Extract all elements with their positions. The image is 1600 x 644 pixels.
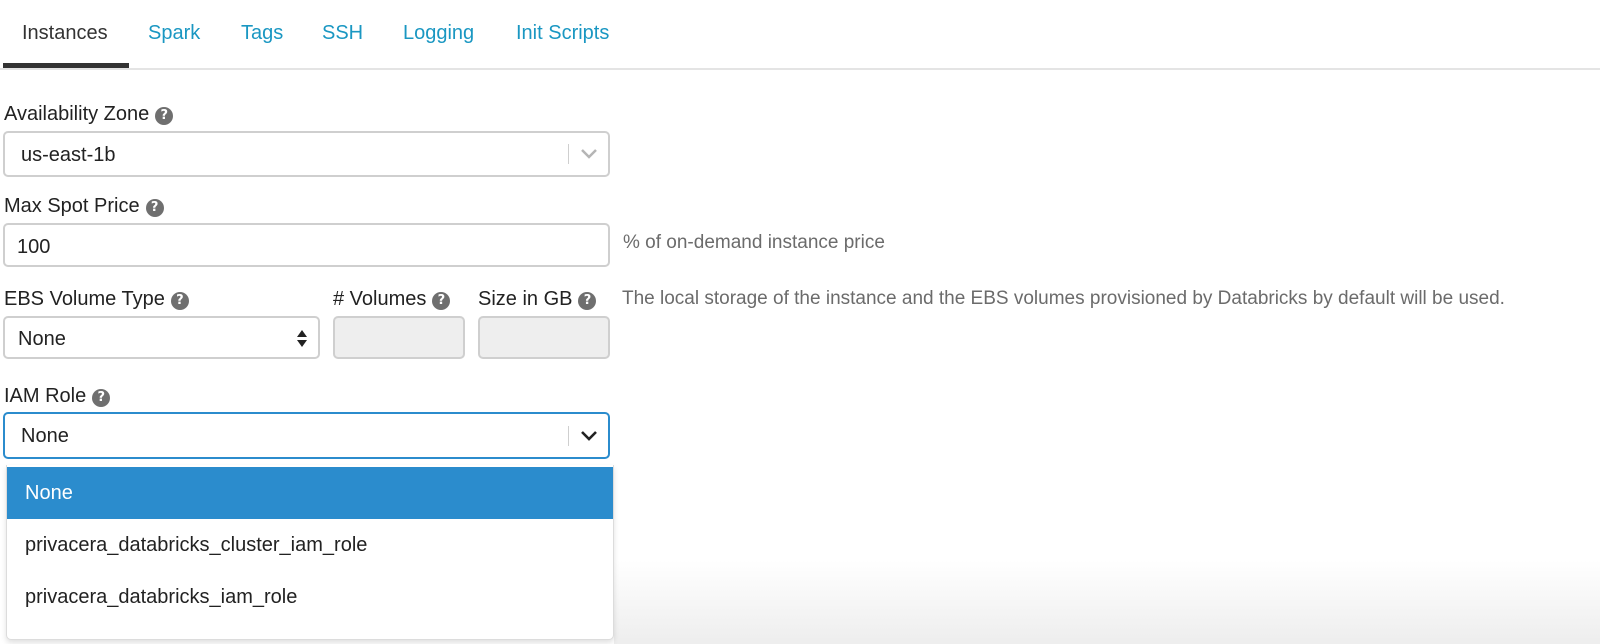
availability-zone-label: Availability Zone? (4, 101, 174, 127)
background-fade (614, 560, 1600, 644)
spot-price-suffix: % of on-demand instance price (623, 232, 885, 253)
question-circle-icon[interactable]: ? (155, 107, 174, 125)
question-circle-icon[interactable]: ? (578, 292, 597, 310)
tab-logging[interactable]: Logging (403, 20, 474, 46)
ebs-volume-type-value: None (18, 328, 66, 350)
active-tab-indicator (3, 63, 129, 68)
select-separator (568, 144, 569, 164)
select-separator (568, 426, 569, 446)
tab-init-scripts[interactable]: Init Scripts (516, 20, 609, 46)
iam-role-label: IAM Role? (4, 383, 111, 409)
iam-role-value: None (21, 425, 69, 447)
question-circle-icon[interactable]: ? (145, 199, 164, 217)
iam-role-option-cluster-iam-role[interactable]: privacera_databricks_cluster_iam_role (7, 519, 613, 571)
availability-zone-value: us-east-1b (21, 144, 116, 166)
size-in-gb-label: Size in GB? (478, 286, 597, 312)
volumes-count-input[interactable] (333, 316, 465, 359)
max-spot-price-value: 100 (17, 236, 51, 258)
chevron-down-icon[interactable] (579, 147, 599, 161)
tab-instances[interactable]: Instances (22, 20, 108, 46)
size-in-gb-input[interactable] (478, 316, 610, 359)
question-circle-icon[interactable]: ? (432, 292, 451, 310)
max-spot-price-input[interactable]: 100 (3, 223, 610, 267)
size-in-gb-label-text: Size in GB (478, 288, 573, 310)
volumes-count-label-text: # Volumes (333, 288, 427, 310)
sort-arrows-icon (297, 330, 307, 347)
availability-zone-select[interactable]: us-east-1b (3, 131, 610, 177)
question-circle-icon[interactable]: ? (170, 292, 189, 310)
tab-spark[interactable]: Spark (148, 20, 200, 46)
iam-role-dropdown-menu: None privacera_databricks_cluster_iam_ro… (6, 465, 614, 640)
iam-role-label-text: IAM Role (4, 385, 87, 407)
availability-zone-label-text: Availability Zone (4, 103, 150, 125)
iam-role-option-iam-role[interactable]: privacera_databricks_iam_role (7, 571, 613, 623)
tab-tags[interactable]: Tags (241, 20, 283, 46)
iam-role-option-none[interactable]: None (7, 467, 613, 519)
question-circle-icon[interactable]: ? (92, 389, 111, 407)
tab-ssh[interactable]: SSH (322, 20, 363, 46)
ebs-volume-type-label-text: EBS Volume Type (4, 288, 165, 310)
tab-bar: Instances Spark Tags SSH Logging Init Sc… (0, 0, 1600, 70)
volumes-count-label: # Volumes? (333, 286, 451, 312)
chevron-down-icon[interactable] (579, 429, 599, 443)
max-spot-price-label: Max Spot Price? (4, 193, 164, 219)
ebs-volume-type-label: EBS Volume Type? (4, 286, 189, 312)
max-spot-price-label-text: Max Spot Price (4, 195, 140, 217)
iam-role-select[interactable]: None (3, 412, 610, 459)
ebs-note: The local storage of the instance and th… (622, 288, 1505, 309)
ebs-volume-type-select[interactable]: None (3, 316, 320, 359)
